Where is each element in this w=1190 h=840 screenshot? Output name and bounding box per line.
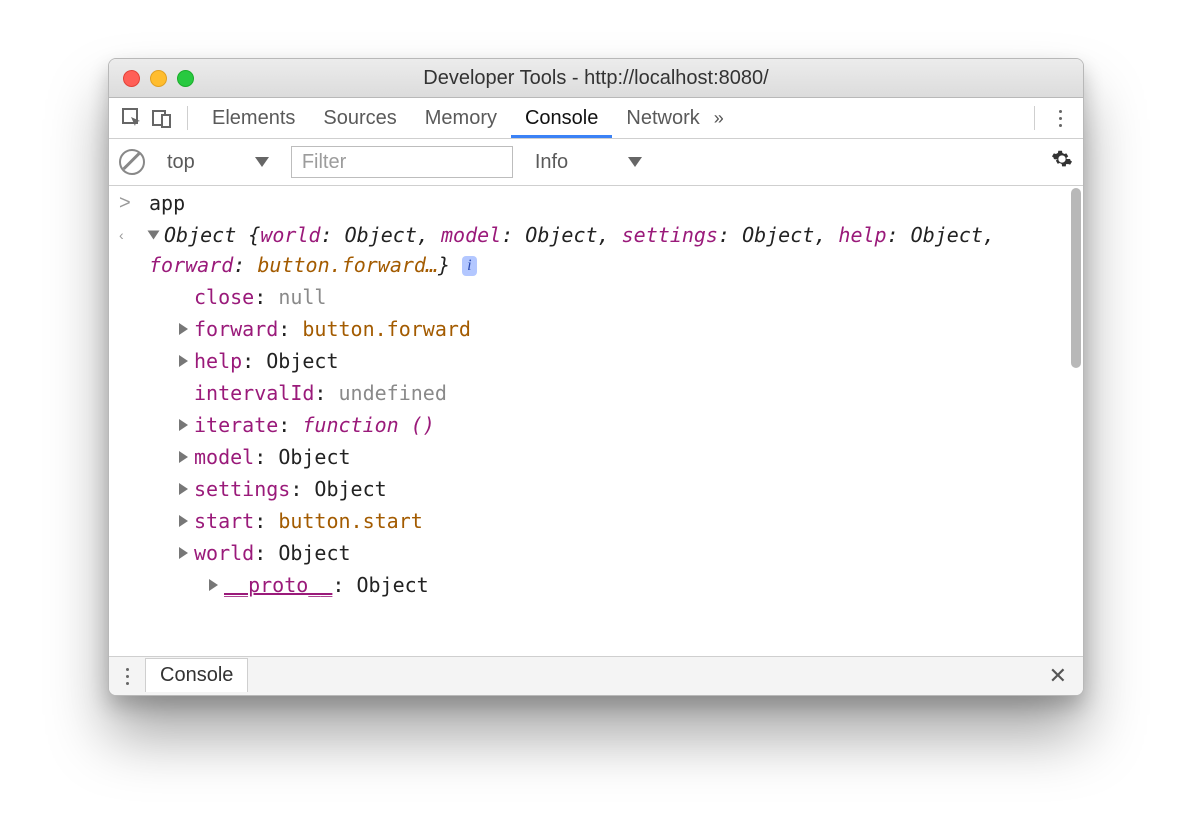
property-key: start: [194, 509, 254, 533]
chevron-down-icon: [628, 157, 642, 167]
loglevel-label: Info: [535, 151, 568, 174]
close-window-button[interactable]: [123, 70, 140, 87]
tab-network[interactable]: Network: [612, 98, 713, 138]
more-menu-button[interactable]: [1045, 103, 1075, 133]
property-value: button.forward: [302, 317, 471, 341]
device-toolbar-icon[interactable]: [147, 103, 177, 133]
tabs-divider-right: [1034, 106, 1035, 130]
context-selector-label: top: [167, 151, 195, 174]
object-property[interactable]: close: null: [109, 280, 1083, 312]
window-controls: [123, 70, 194, 87]
console-output: > app ‹ Object {world: Object, model: Ob…: [109, 186, 1083, 656]
drawer-menu-button[interactable]: [117, 666, 137, 686]
disclosure-triangle-icon[interactable]: [179, 451, 188, 463]
object-property[interactable]: start: button.start: [109, 504, 1083, 536]
disclosure-triangle-icon[interactable]: [179, 547, 188, 559]
property-value: Object: [314, 477, 386, 501]
object-property[interactable]: model: Object: [109, 440, 1083, 472]
console-result-row[interactable]: ‹ Object {world: Object, model: Object, …: [109, 218, 1083, 280]
disclosure-triangle-icon[interactable]: [179, 323, 188, 335]
inspect-element-icon[interactable]: [117, 103, 147, 133]
property-key: iterate: [194, 413, 278, 437]
panel-tabs: Elements Sources Memory Console Network …: [109, 98, 1083, 139]
disclosure-triangle-icon[interactable]: [148, 231, 160, 240]
property-value: Object: [266, 349, 338, 373]
object-property[interactable]: settings: Object: [109, 472, 1083, 504]
tabs-overflow-icon[interactable]: »: [714, 108, 724, 129]
context-selector[interactable]: top: [159, 151, 277, 174]
object-property[interactable]: forward: button.forward: [109, 312, 1083, 344]
tab-sources[interactable]: Sources: [309, 98, 410, 138]
disclosure-triangle-icon[interactable]: [179, 483, 188, 495]
property-key: intervalId: [194, 381, 314, 405]
tabs-divider: [187, 106, 188, 130]
console-input-row: > app: [109, 186, 1083, 218]
tab-console[interactable]: Console: [511, 98, 612, 138]
input-caret-icon: >: [119, 188, 149, 218]
drawer-bar: Console ✕: [109, 656, 1083, 695]
property-key: help: [194, 349, 242, 373]
object-property-proto[interactable]: __proto__: Object: [109, 568, 1083, 600]
drawer-tab-console[interactable]: Console: [145, 658, 248, 692]
scrollbar[interactable]: [1071, 188, 1081, 368]
property-key: model: [194, 445, 254, 469]
zoom-window-button[interactable]: [177, 70, 194, 87]
clear-console-icon[interactable]: [119, 149, 145, 175]
devtools-window: Developer Tools - http://localhost:8080/…: [108, 58, 1084, 696]
console-input-text: app: [149, 188, 1073, 218]
property-key: world: [194, 541, 254, 565]
info-icon[interactable]: i: [462, 256, 476, 276]
property-key: forward: [194, 317, 278, 341]
disclosure-triangle-icon[interactable]: [179, 419, 188, 431]
disclosure-triangle-icon[interactable]: [179, 515, 188, 527]
object-property[interactable]: help: Object: [109, 344, 1083, 376]
disclosure-triangle-icon[interactable]: [209, 579, 218, 591]
filter-input[interactable]: [291, 146, 513, 178]
object-property[interactable]: intervalId: undefined: [109, 376, 1083, 408]
tab-elements[interactable]: Elements: [198, 98, 309, 138]
object-property[interactable]: world: Object: [109, 536, 1083, 568]
property-key: close: [194, 285, 254, 309]
chevron-down-icon: [255, 157, 269, 167]
property-value: Object: [278, 445, 350, 469]
minimize-window-button[interactable]: [150, 70, 167, 87]
property-value: function (): [302, 413, 434, 437]
output-caret-icon: ‹: [119, 220, 149, 280]
title-bar: Developer Tools - http://localhost:8080/: [109, 59, 1083, 98]
property-value: Object: [278, 541, 350, 565]
object-summary[interactable]: Object {world: Object, model: Object, se…: [149, 220, 1073, 280]
property-value: undefined: [339, 381, 447, 405]
window-title: Developer Tools - http://localhost:8080/: [109, 67, 1083, 90]
close-drawer-button[interactable]: ✕: [1041, 663, 1075, 689]
loglevel-selector[interactable]: Info: [527, 151, 650, 174]
property-key: settings: [194, 477, 290, 501]
property-value: button.start: [278, 509, 423, 533]
tab-memory[interactable]: Memory: [411, 98, 511, 138]
object-property[interactable]: iterate: function (): [109, 408, 1083, 440]
console-toolbar: top Info: [109, 139, 1083, 186]
property-value: null: [278, 285, 326, 309]
disclosure-triangle-icon[interactable]: [179, 355, 188, 367]
console-settings-icon[interactable]: [1051, 148, 1073, 176]
